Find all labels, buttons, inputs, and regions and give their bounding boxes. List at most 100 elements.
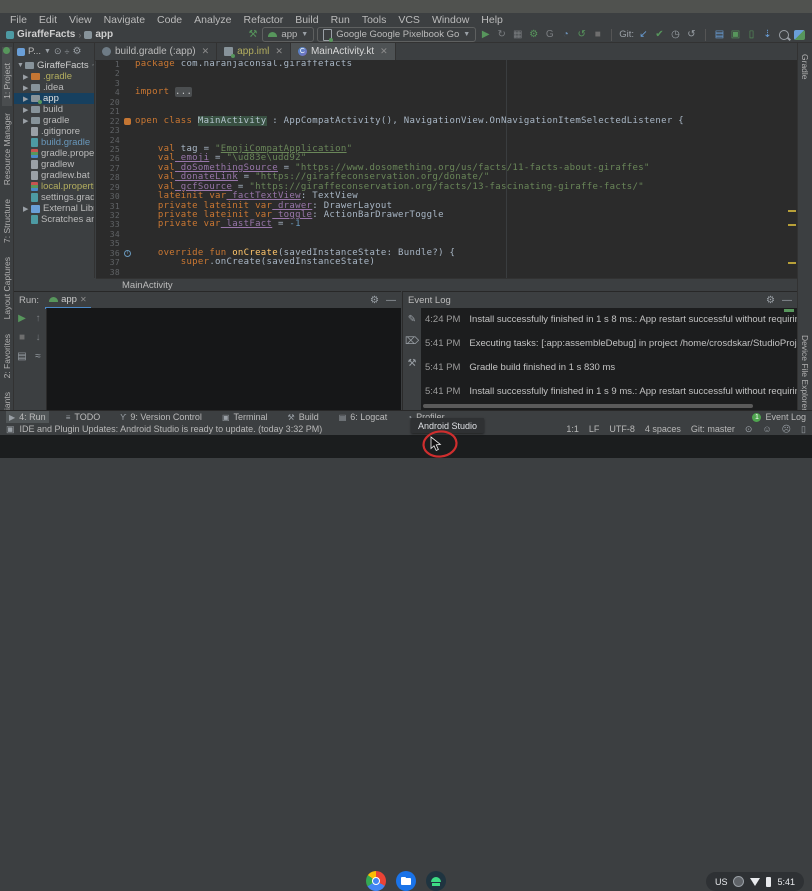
stop-icon[interactable]: ■ — [591, 28, 604, 41]
sad-feedback-icon[interactable]: ☹ — [782, 424, 791, 435]
panel-settings-icon[interactable]: ⚙ — [72, 46, 81, 57]
menu-edit[interactable]: Edit — [33, 14, 63, 26]
rollback-icon[interactable]: ↺ — [685, 28, 698, 41]
toolwindow-9-version-control[interactable]: ϒ9: Version Control — [117, 411, 205, 424]
menu-analyze[interactable]: Analyze — [188, 14, 237, 26]
line-number[interactable]: 33 — [96, 220, 123, 229]
files-icon[interactable] — [396, 871, 416, 891]
project-tree[interactable]: ▼GiraffeFacts~/S▶.gradle▶.idea▶app▶build… — [14, 60, 95, 278]
tree-item--idea[interactable]: ▶.idea — [14, 82, 94, 93]
tree-item--gitignore[interactable]: .gitignore — [14, 126, 94, 137]
sdk-manager-icon[interactable]: ⇣ — [761, 28, 774, 41]
close-icon[interactable]: ✕ — [202, 46, 210, 57]
line-number[interactable]: 2 — [96, 69, 123, 78]
line-ending[interactable]: LF — [589, 424, 600, 434]
tree-item-gradle[interactable]: ▶gradle — [14, 115, 94, 126]
menu-run[interactable]: Run — [325, 14, 356, 26]
line-number[interactable]: 20 — [96, 98, 123, 107]
line-number[interactable]: 1 — [96, 60, 123, 69]
menu-navigate[interactable]: Navigate — [98, 14, 151, 26]
stripe-2-favorites[interactable]: 2: Favorites — [2, 334, 12, 378]
breadcrumb-project[interactable]: GiraffeFacts — [17, 29, 75, 40]
stripe-1-project[interactable]: 1: Project — [2, 63, 12, 99]
menu-build[interactable]: Build — [289, 14, 324, 26]
tree-item-external-libraries[interactable]: ▶External Libraries — [14, 203, 94, 214]
code-editor[interactable]: 1package com.naranjaconsal.giraffefacts2… — [96, 60, 797, 278]
collapse-all-icon[interactable]: ÷ — [65, 47, 70, 57]
tool-window-toggle-icon[interactable]: ▣ — [6, 424, 15, 435]
menu-tools[interactable]: Tools — [356, 14, 393, 26]
stripe-gradle[interactable]: Gradle — [800, 54, 810, 80]
toolwindow-4-run[interactable]: ▶4: Run — [6, 411, 49, 424]
stop-icon[interactable]: ■ — [16, 331, 29, 344]
line-number[interactable]: 35 — [96, 239, 123, 248]
tree-item-gradle-properties[interactable]: gradle.properties — [14, 148, 94, 159]
event-log-entry[interactable]: 5:41 PMGradle build finished in 1 s 830 … — [425, 362, 793, 373]
line-number[interactable]: 36 — [96, 249, 123, 258]
toolwindow-todo[interactable]: ≡TODO — [63, 411, 104, 424]
close-icon[interactable]: ✕ — [380, 46, 388, 57]
tree-item-settings-gradle[interactable]: settings.gradle — [14, 192, 94, 203]
tree-item-gradlew-bat[interactable]: gradlew.bat — [14, 170, 94, 181]
expand-arrow-icon[interactable]: ▼ — [17, 62, 25, 69]
run-icon[interactable]: ▶ — [479, 28, 492, 41]
project-stripe-active[interactable]: 1: Project — [2, 47, 12, 106]
line-number[interactable]: 29 — [96, 183, 123, 192]
edit-icon[interactable]: ✎ — [406, 313, 419, 326]
search-everywhere-icon[interactable] — [777, 28, 790, 41]
commit-icon[interactable]: ✔ — [653, 28, 666, 41]
apply-changes-icon[interactable]: ↻ — [495, 28, 508, 41]
android-studio-icon[interactable] — [426, 871, 446, 891]
menu-window[interactable]: Window — [426, 14, 475, 26]
down-stack-icon[interactable]: ↓ — [32, 331, 45, 344]
warning-stripe-mark[interactable] — [788, 262, 796, 264]
debug-icon[interactable]: ▦ — [511, 28, 524, 41]
tree-item-build[interactable]: ▶build — [14, 104, 94, 115]
editor-breadcrumb[interactable]: MainActivity — [122, 280, 173, 291]
history-icon[interactable]: ◷ — [669, 28, 682, 41]
tab-mainactivity-kt[interactable]: CMainActivity.kt✕ — [291, 43, 396, 60]
device-select[interactable]: Google Google Pixelbook Go ▼ — [317, 27, 476, 42]
update-project-icon[interactable]: ↙ — [637, 28, 650, 41]
event-log-entry[interactable]: 4:24 PMInstall successfully finished in … — [425, 314, 793, 325]
wrench-icon[interactable]: ⚒ — [406, 357, 419, 370]
gutter-class-icon[interactable] — [124, 118, 131, 125]
menu-code[interactable]: Code — [151, 14, 188, 26]
line-number[interactable]: 4 — [96, 88, 123, 97]
toolwindow-build[interactable]: ⚒Build — [285, 411, 322, 424]
tab-build-gradle-app-[interactable]: build.gradle (:app)✕ — [95, 43, 217, 60]
status-message[interactable]: IDE and Plugin Updates: Android Studio i… — [20, 424, 323, 434]
run-configuration-select[interactable]: app ▼ — [262, 27, 314, 42]
attach-debugger-icon[interactable]: G — [543, 28, 556, 41]
menu-vcs[interactable]: VCS — [392, 14, 426, 26]
line-number[interactable]: 26 — [96, 154, 123, 163]
rerun-icon[interactable]: ▶ — [16, 312, 29, 325]
toolwindow-terminal[interactable]: ▣Terminal — [219, 411, 271, 424]
menu-help[interactable]: Help — [475, 14, 509, 26]
notifications-icon[interactable]: ▯ — [801, 424, 806, 435]
tree-root[interactable]: ▼GiraffeFacts~/S — [14, 60, 94, 71]
line-number[interactable]: 34 — [96, 230, 123, 239]
git-branch[interactable]: Git: master — [691, 424, 735, 434]
event-log-entries[interactable]: 4:24 PMInstall successfully finished in … — [421, 308, 797, 410]
stripe-7-structure[interactable]: 7: Structure — [2, 199, 12, 243]
minimize-icon[interactable]: — — [386, 295, 396, 306]
tab-app-iml[interactable]: app.iml✕ — [217, 43, 291, 60]
breadcrumb-module[interactable]: app — [95, 29, 113, 40]
horizontal-scrollbar[interactable] — [423, 404, 753, 408]
warning-stripe-mark[interactable] — [788, 210, 796, 212]
expand-arrow-icon[interactable]: ▶ — [23, 73, 31, 81]
happy-feedback-icon[interactable]: ☺ — [762, 424, 771, 434]
delete-icon[interactable]: ⌦ — [406, 335, 419, 348]
line-number[interactable]: 21 — [96, 107, 123, 116]
line-number[interactable]: 25 — [96, 145, 123, 154]
locate-file-icon[interactable]: ⊙ — [54, 46, 62, 57]
tree-item-local-properties[interactable]: local.properties — [14, 181, 94, 192]
line-number[interactable]: 31 — [96, 202, 123, 211]
line-number[interactable]: 23 — [96, 126, 123, 135]
line-number[interactable]: 38 — [96, 268, 123, 277]
layout-preview-icon[interactable] — [793, 28, 806, 41]
expand-arrow-icon[interactable]: ▶ — [23, 106, 31, 114]
tree-item--gradle[interactable]: ▶.gradle — [14, 71, 94, 82]
close-icon[interactable]: ✕ — [275, 46, 283, 57]
